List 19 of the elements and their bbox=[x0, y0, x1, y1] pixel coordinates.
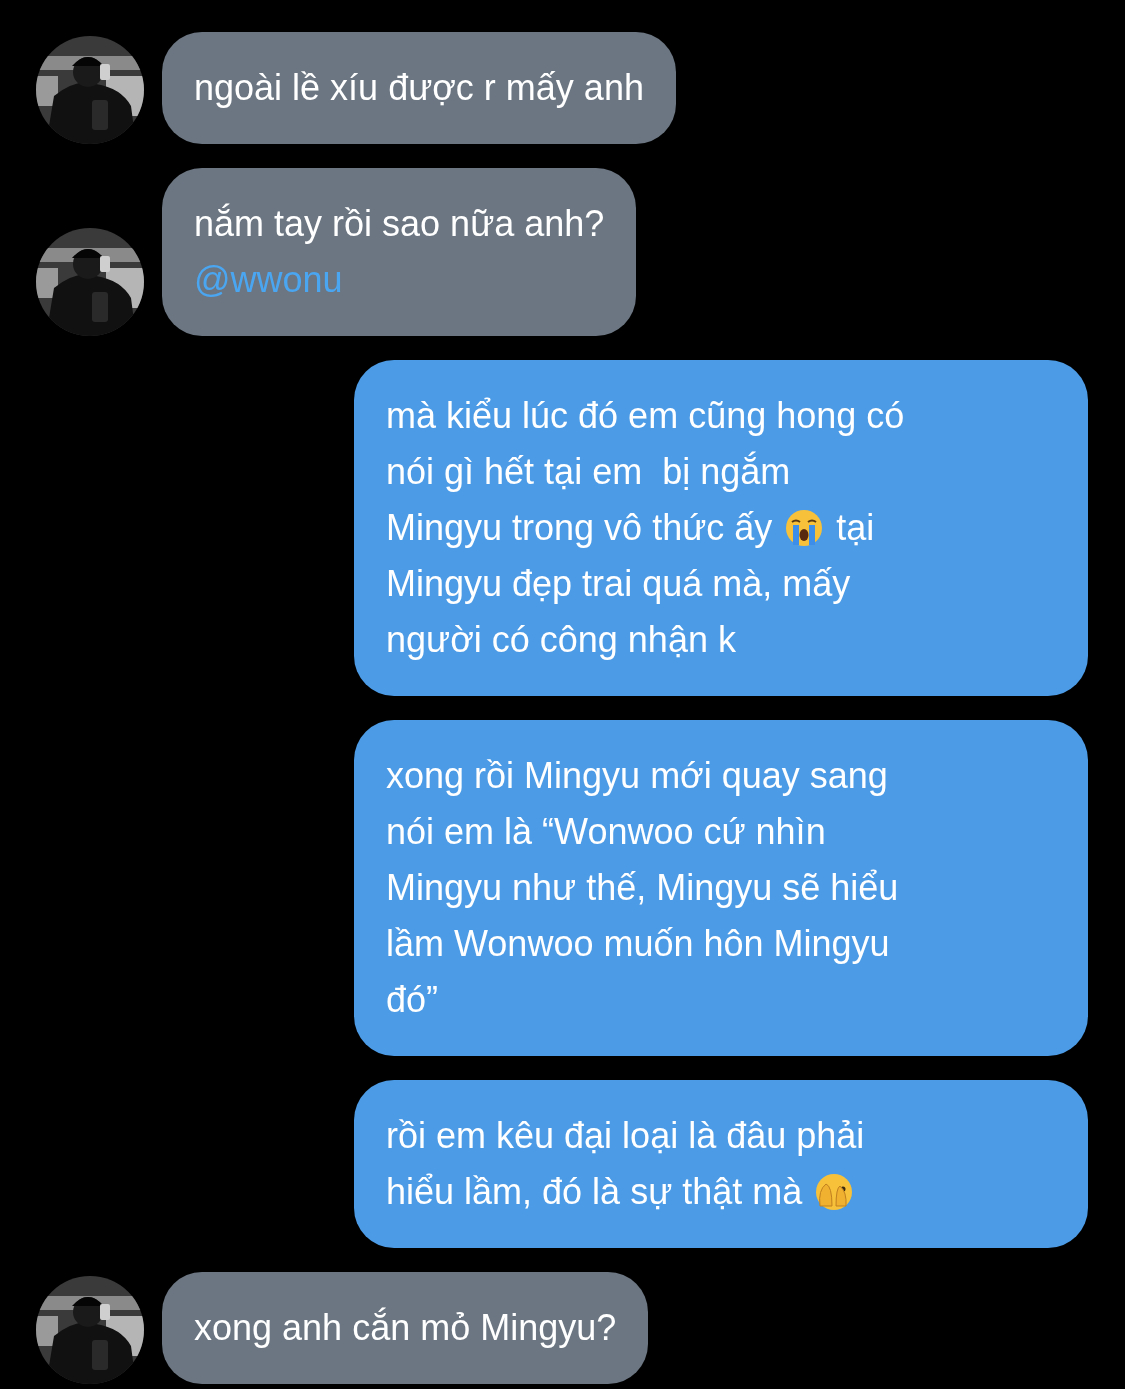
message-text: tại bbox=[836, 506, 875, 550]
message-text: Mingyu đẹp trai quá mà, mấy bbox=[386, 562, 851, 606]
message-text: xong anh cắn mỏ Mingyu? bbox=[194, 1306, 617, 1350]
message-text: ngoài lề xíu được r mấy anh bbox=[194, 66, 644, 110]
message-text: nói gì hết tại em bị ngắm bbox=[386, 450, 791, 494]
message-text: người có công nhận k bbox=[386, 618, 736, 662]
message-text: rồi em kêu đại loại là đâu phải bbox=[386, 1114, 865, 1158]
message-text: hiểu lầm, đó là sự thật mà bbox=[386, 1170, 803, 1214]
message-text: xong rồi Mingyu mới quay sang bbox=[386, 754, 888, 798]
message-text: lầm Wonwoo muốn hôn Mingyu bbox=[386, 922, 890, 966]
message-text: nói em là “Wonwoo cứ nhìn bbox=[386, 810, 826, 854]
message-text: Mingyu như thế, Mingyu sẽ hiểu bbox=[386, 866, 899, 910]
message-text: đó” bbox=[386, 978, 439, 1022]
crying-face-icon bbox=[784, 508, 825, 548]
mention-link[interactable]: @wwonu bbox=[194, 252, 343, 308]
message-text: nắm tay rồi sao nữa anh? bbox=[194, 202, 605, 246]
message-text: Mingyu trong vô thức ấy bbox=[386, 506, 773, 550]
message-text: mà kiểu lúc đó em cũng hong có bbox=[386, 394, 905, 438]
peeking-face-icon bbox=[814, 1172, 855, 1212]
